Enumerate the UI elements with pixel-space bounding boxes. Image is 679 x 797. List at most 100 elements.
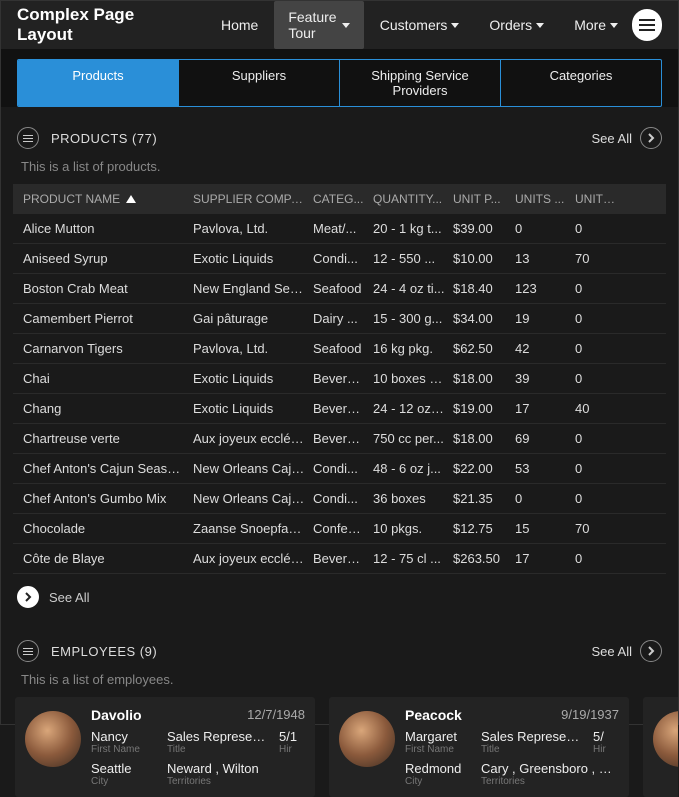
- table-cell: 40: [575, 401, 625, 416]
- table-cell: 24 - 12 oz ...: [373, 401, 453, 416]
- employee-title: Sales Representative: [167, 729, 269, 744]
- table-cell: Bevera...: [313, 371, 373, 386]
- table-cell: 0: [575, 371, 625, 386]
- table-cell: $18.00: [453, 431, 515, 446]
- table-cell: New Orleans Caju...: [193, 461, 313, 476]
- main-nav-menu: HomeFeature TourCustomersOrdersMore: [207, 1, 632, 49]
- employees-title: EMPLOYEES (9): [51, 644, 157, 659]
- table-cell: Chef Anton's Cajun Seaso...: [23, 461, 193, 476]
- col-supplier[interactable]: SUPPLIER COMPA...: [193, 192, 313, 206]
- table-cell: 13: [515, 251, 575, 266]
- chevron-down-icon: [536, 23, 544, 28]
- nav-item-customers[interactable]: Customers: [366, 9, 474, 41]
- tab-shipping-service-providers[interactable]: Shipping Service Providers: [340, 60, 501, 106]
- table-cell: Chai: [23, 371, 193, 386]
- employee-card[interactable]: Peacock9/19/1937MargaretFirst NameSales …: [329, 697, 629, 797]
- table-cell: 53: [515, 461, 575, 476]
- table-cell: Bevera...: [313, 431, 373, 446]
- table-cell: 24 - 4 oz ti...: [373, 281, 453, 296]
- tab-products[interactable]: Products: [18, 60, 179, 106]
- table-cell: $18.40: [453, 281, 515, 296]
- table-cell: New England Seaf...: [193, 281, 313, 296]
- nav-item-home[interactable]: Home: [207, 9, 272, 41]
- table-cell: 17: [515, 401, 575, 416]
- table-cell: $62.50: [453, 341, 515, 356]
- col-quantity[interactable]: QUANTITY...: [373, 192, 453, 206]
- employees-description: This is a list of employees.: [1, 670, 678, 697]
- table-row[interactable]: Camembert PierrotGai pâturageDairy ...15…: [13, 304, 666, 334]
- nav-item-orders[interactable]: Orders: [475, 9, 558, 41]
- avatar: [25, 711, 81, 767]
- table-cell: 70: [575, 251, 625, 266]
- table-cell: 48 - 6 oz j...: [373, 461, 453, 476]
- col-units-1[interactable]: UNITS ...: [515, 192, 575, 206]
- chevron-right-icon: [17, 586, 39, 608]
- table-cell: 39: [515, 371, 575, 386]
- tab-categories[interactable]: Categories: [501, 60, 661, 106]
- table-cell: Aniseed Syrup: [23, 251, 193, 266]
- table-row[interactable]: Chef Anton's Cajun Seaso...New Orleans C…: [13, 454, 666, 484]
- chevron-down-icon: [610, 23, 618, 28]
- table-cell: Pavlova, Ltd.: [193, 221, 313, 236]
- table-row[interactable]: Côte de BlayeAux joyeux ecclési...Bevera…: [13, 544, 666, 574]
- table-cell: 12 - 550 ...: [373, 251, 453, 266]
- table-cell: 0: [575, 221, 625, 236]
- products-section-header: PRODUCTS (77) See All: [1, 107, 678, 157]
- employees-see-all-link[interactable]: See All: [592, 644, 632, 659]
- table-cell: Côte de Blaye: [23, 551, 193, 566]
- list-icon[interactable]: [17, 127, 39, 149]
- table-cell: 0: [575, 431, 625, 446]
- list-icon[interactable]: [17, 640, 39, 662]
- table-cell: Pavlova, Ltd.: [193, 341, 313, 356]
- table-cell: 17: [515, 551, 575, 566]
- col-product-name[interactable]: PRODUCT NAME: [23, 192, 193, 206]
- table-row[interactable]: Carnarvon TigersPavlova, Ltd.Seafood16 k…: [13, 334, 666, 364]
- employee-hire-date: 5/: [593, 729, 619, 744]
- table-cell: $18.00: [453, 371, 515, 386]
- table-row[interactable]: Alice MuttonPavlova, Ltd.Meat/...20 - 1 …: [13, 214, 666, 244]
- table-cell: Exotic Liquids: [193, 371, 313, 386]
- col-category[interactable]: CATEG...: [313, 192, 373, 206]
- hamburger-menu-button[interactable]: [632, 9, 662, 41]
- chevron-right-icon[interactable]: [640, 127, 662, 149]
- table-cell: $12.75: [453, 521, 515, 536]
- col-units-2[interactable]: UNITS ...: [575, 192, 625, 206]
- table-row[interactable]: ChaiExotic LiquidsBevera...10 boxes x...…: [13, 364, 666, 394]
- tab-suppliers[interactable]: Suppliers: [179, 60, 340, 106]
- table-cell: Confec...: [313, 521, 373, 536]
- employee-card[interactable]: Davolio12/7/1948NancyFirst NameSales Rep…: [15, 697, 315, 797]
- products-see-all-footer[interactable]: See All: [1, 574, 678, 620]
- table-cell: 10 boxes x...: [373, 371, 453, 386]
- chevron-right-icon[interactable]: [640, 640, 662, 662]
- table-cell: 750 cc per...: [373, 431, 453, 446]
- employee-territories: Neward , Wilton: [167, 761, 305, 776]
- table-row[interactable]: Chef Anton's Gumbo MixNew Orleans Caju..…: [13, 484, 666, 514]
- nav-item-more[interactable]: More: [560, 9, 632, 41]
- table-cell: 0: [575, 281, 625, 296]
- products-table: PRODUCT NAME SUPPLIER COMPA... CATEG... …: [13, 184, 666, 574]
- col-unit-price[interactable]: UNIT P...: [453, 192, 515, 206]
- table-cell: Chartreuse verte: [23, 431, 193, 446]
- table-cell: 10 pkgs.: [373, 521, 453, 536]
- table-cell: $19.00: [453, 401, 515, 416]
- employees-section-header: EMPLOYEES (9) See All: [1, 620, 678, 670]
- table-row[interactable]: ChocoladeZaanse Snoepfabri...Confec...10…: [13, 514, 666, 544]
- table-row[interactable]: Aniseed SyrupExotic LiquidsCondi...12 - …: [13, 244, 666, 274]
- chevron-down-icon: [342, 23, 350, 28]
- products-see-all-link[interactable]: See All: [592, 131, 632, 146]
- table-cell: 0: [515, 221, 575, 236]
- table-cell: $34.00: [453, 311, 515, 326]
- nav-item-feature-tour[interactable]: Feature Tour: [274, 1, 363, 49]
- table-row[interactable]: Boston Crab MeatNew England Seaf...Seafo…: [13, 274, 666, 304]
- table-row[interactable]: Chartreuse verteAux joyeux ecclési...Bev…: [13, 424, 666, 454]
- table-cell: Carnarvon Tigers: [23, 341, 193, 356]
- table-cell: Dairy ...: [313, 311, 373, 326]
- employee-card[interactable]: [643, 697, 678, 797]
- table-cell: Chef Anton's Gumbo Mix: [23, 491, 193, 506]
- employee-city: Seattle: [91, 761, 157, 776]
- employee-city: Redmond: [405, 761, 471, 776]
- employee-birth-date: 12/7/1948: [247, 707, 305, 723]
- table-cell: 19: [515, 311, 575, 326]
- employee-first-name: Margaret: [405, 729, 471, 744]
- table-row[interactable]: ChangExotic LiquidsBevera...24 - 12 oz .…: [13, 394, 666, 424]
